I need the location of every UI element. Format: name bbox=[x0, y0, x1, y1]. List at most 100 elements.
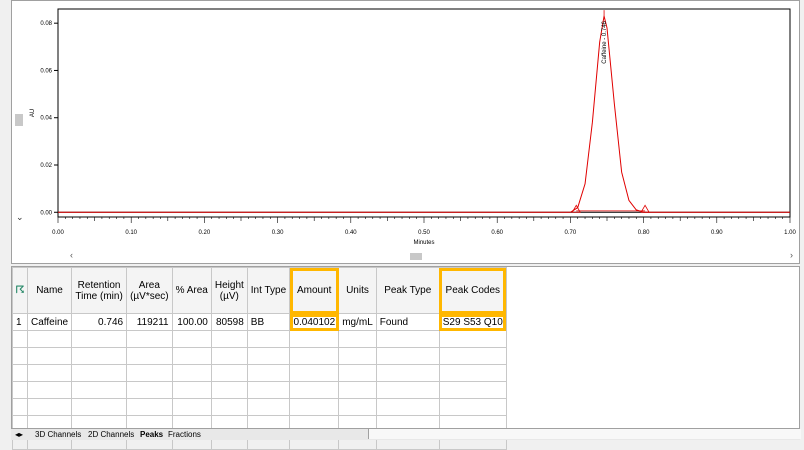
empty-row bbox=[12, 398, 507, 416]
plot-frame bbox=[57, 8, 791, 218]
x-axis-label: Minutes bbox=[413, 240, 434, 246]
empty-cell bbox=[71, 398, 128, 416]
empty-cell bbox=[126, 364, 173, 382]
empty-cell bbox=[246, 347, 291, 365]
empty-cell bbox=[171, 364, 212, 382]
empty-cell bbox=[289, 398, 340, 416]
empty-cell bbox=[12, 364, 28, 382]
cell-name: Caffeine bbox=[26, 313, 73, 331]
x-tick-label: 1.00 bbox=[784, 230, 796, 236]
col-name[interactable]: Name bbox=[26, 267, 73, 314]
empty-cell bbox=[71, 330, 128, 348]
chart-horizontal-scrollbar[interactable]: ‹ › bbox=[70, 250, 798, 261]
vertical-zoom-thumb[interactable] bbox=[15, 114, 23, 126]
cell-retention-time: 0.746 bbox=[71, 313, 128, 331]
y-axis-label: AU bbox=[30, 109, 36, 117]
empty-cell bbox=[210, 364, 248, 382]
empty-row bbox=[12, 381, 507, 399]
empty-cell bbox=[26, 381, 73, 399]
peak-label: Caffeine - 0.746 bbox=[602, 20, 608, 63]
chromatogram-trace bbox=[58, 15, 790, 213]
empty-cell bbox=[438, 364, 507, 382]
row-index: 1 bbox=[12, 313, 28, 331]
x-tick-label: 0.00 bbox=[52, 230, 64, 236]
empty-cell bbox=[71, 347, 128, 365]
empty-cell bbox=[438, 381, 507, 399]
empty-cell bbox=[246, 330, 291, 348]
cell-percent-area: 100.00 bbox=[171, 313, 212, 331]
x-tick-label: 0.70 bbox=[565, 230, 577, 236]
col-peak-codes[interactable]: Peak Codes bbox=[438, 267, 507, 314]
cell-height: 80598 bbox=[210, 313, 248, 331]
col-retention-time[interactable]: Retention Time (min) bbox=[71, 267, 128, 314]
scroll-right-icon[interactable]: › bbox=[790, 250, 793, 260]
cell-area: 119211 bbox=[126, 313, 173, 331]
tab-3d-channels[interactable]: 3D Channels bbox=[33, 430, 83, 439]
tab-2d-channels[interactable]: 2D Channels bbox=[86, 430, 136, 439]
col-area[interactable]: Area (µV*sec) bbox=[126, 267, 173, 314]
empty-row bbox=[12, 330, 507, 348]
col-amount[interactable]: Amount bbox=[289, 267, 340, 314]
cell-int-type: BB bbox=[246, 313, 291, 331]
empty-cell bbox=[338, 381, 377, 399]
x-tick-label: 0.50 bbox=[418, 230, 430, 236]
tab-nav-arrows[interactable]: ◂▸ bbox=[13, 430, 25, 439]
empty-cell bbox=[438, 330, 507, 348]
empty-row bbox=[12, 364, 507, 382]
empty-cell bbox=[12, 381, 28, 399]
chevron-down-icon[interactable]: ⌄ bbox=[16, 212, 24, 223]
empty-cell bbox=[171, 381, 212, 399]
table-horizontal-scrollbar[interactable] bbox=[368, 429, 801, 439]
x-tick-label: 0.10 bbox=[125, 230, 137, 236]
col-int-type[interactable]: Int Type bbox=[246, 267, 291, 314]
col-peak-type[interactable]: Peak Type bbox=[375, 267, 440, 314]
empty-cell bbox=[126, 381, 173, 399]
empty-cell bbox=[438, 398, 507, 416]
empty-cell bbox=[338, 398, 377, 416]
y-tick-label: 0.06 bbox=[40, 68, 52, 74]
col-percent-area[interactable]: % Area bbox=[171, 267, 212, 314]
tab-peaks[interactable]: Peaks bbox=[138, 430, 165, 439]
x-tick-label: 0.60 bbox=[491, 230, 503, 236]
empty-cell bbox=[210, 330, 248, 348]
empty-cell bbox=[338, 364, 377, 382]
table-row[interactable]: 1 Caffeine 0.746 119211 100.00 80598 BB … bbox=[12, 313, 507, 331]
chromatogram-chart: 0.08 0.06 0.04 0.02 0.00 AU 0.00 0.10 0.20 0.30 0.… bbox=[30, 8, 796, 246]
empty-cell bbox=[126, 347, 173, 365]
empty-cell bbox=[171, 398, 212, 416]
x-tick-label: 0.80 bbox=[638, 230, 650, 236]
empty-cell bbox=[338, 330, 377, 348]
table-corner-icon[interactable]: ☈ bbox=[12, 267, 28, 314]
col-height[interactable]: Height (µV) bbox=[210, 267, 248, 314]
empty-cell bbox=[246, 364, 291, 382]
scroll-left-icon[interactable]: ‹ bbox=[70, 250, 73, 260]
cell-amount: 0.040102 bbox=[289, 313, 340, 331]
scroll-thumb[interactable] bbox=[410, 253, 422, 260]
empty-cell bbox=[375, 347, 440, 365]
empty-cell bbox=[246, 398, 291, 416]
col-units[interactable]: Units bbox=[338, 267, 377, 314]
chromatogram-panel[interactable]: 0.08 0.06 0.04 0.02 0.00 AU 0.00 0.10 0.20 0.30 0.… bbox=[11, 0, 800, 264]
empty-cell bbox=[126, 398, 173, 416]
empty-cell bbox=[171, 330, 212, 348]
empty-cell bbox=[171, 347, 212, 365]
peak-table-panel[interactable]: ☈ Name Retention Time (min) Area (µV*sec… bbox=[11, 266, 800, 450]
empty-cell bbox=[12, 347, 28, 365]
empty-cell bbox=[289, 330, 340, 348]
empty-cell bbox=[71, 381, 128, 399]
empty-cell bbox=[26, 398, 73, 416]
empty-cell bbox=[375, 381, 440, 399]
x-tick-label: 0.40 bbox=[345, 230, 357, 236]
empty-cell bbox=[12, 398, 28, 416]
empty-cell bbox=[438, 347, 507, 365]
y-tick-label: 0.02 bbox=[40, 163, 52, 169]
cell-peak-type: Found bbox=[375, 313, 440, 331]
x-tick-label: 0.30 bbox=[272, 230, 284, 236]
peak-table: ☈ Name Retention Time (min) Area (µV*sec… bbox=[12, 267, 507, 450]
empty-cell bbox=[289, 347, 340, 365]
y-tick-label: 0.08 bbox=[40, 21, 52, 27]
tab-fractions[interactable]: Fractions bbox=[166, 430, 203, 439]
empty-cell bbox=[246, 381, 291, 399]
empty-cell bbox=[375, 330, 440, 348]
empty-cell bbox=[210, 347, 248, 365]
